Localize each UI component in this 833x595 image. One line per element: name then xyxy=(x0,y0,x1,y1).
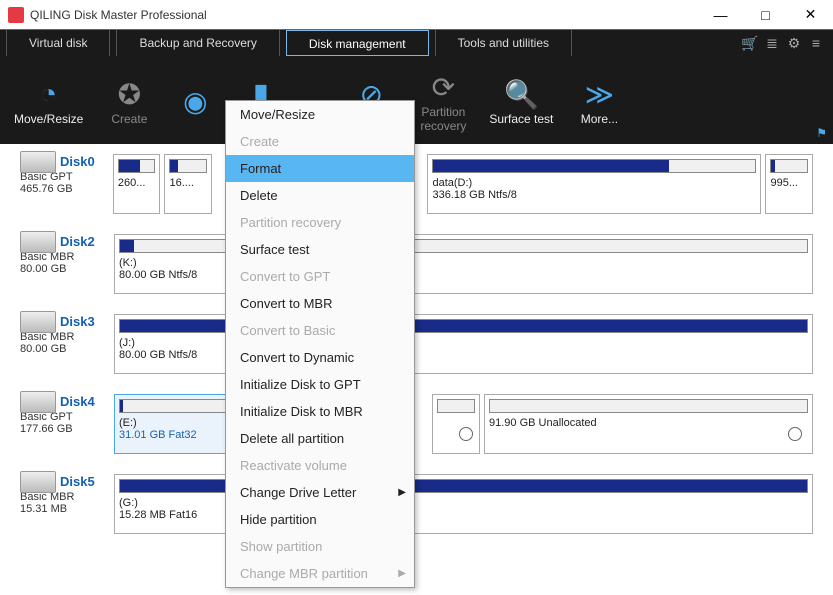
menu-format[interactable]: Format xyxy=(226,155,414,182)
partition[interactable] xyxy=(432,394,480,454)
radio-icon xyxy=(788,427,802,441)
maximize-button[interactable]: □ xyxy=(743,0,788,30)
menu-move-resize[interactable]: Move/Resize xyxy=(226,101,414,128)
menu-initialize-mbr[interactable]: Initialize Disk to MBR xyxy=(226,398,414,425)
disk-row-disk4: Disk4 Basic GPT 177.66 GB (E:) 31.01 GB … xyxy=(20,394,813,454)
settings-icon[interactable]: ⚙ xyxy=(783,32,805,54)
disk-name[interactable]: Disk5 xyxy=(60,474,95,489)
menu-convert-dynamic[interactable]: Convert to Dynamic xyxy=(226,344,414,371)
menubar: Virtual disk Backup and Recovery Disk ma… xyxy=(0,30,833,56)
menu-convert-mbr[interactable]: Convert to MBR xyxy=(226,290,414,317)
disk-icon xyxy=(20,151,56,173)
menu-change-mbr: Change MBR partition▶ xyxy=(226,560,414,587)
more-icon: ≫ xyxy=(585,76,614,112)
menu-show-partition: Show partition xyxy=(226,533,414,560)
surface-test-button[interactable]: 🔍 Surface test xyxy=(479,72,563,128)
menu-change-drive-letter[interactable]: Change Drive Letter▶ xyxy=(226,479,414,506)
tab-backup-recovery[interactable]: Backup and Recovery xyxy=(116,30,279,56)
menu-create: Create xyxy=(226,128,414,155)
disk-icon xyxy=(20,231,56,253)
menu-delete-all[interactable]: Delete all partition xyxy=(226,425,414,452)
disk-row-disk3: Disk3 Basic MBR 80.00 GB (J:) 80.00 GB N… xyxy=(20,314,813,374)
app-logo xyxy=(8,7,24,23)
disk-icon xyxy=(20,311,56,333)
menu-delete[interactable]: Delete xyxy=(226,182,414,209)
create-button[interactable]: ✪ Create xyxy=(93,72,165,128)
minimize-button[interactable]: — xyxy=(698,0,743,30)
close-button[interactable]: ✕ xyxy=(788,0,833,30)
tab-disk-management[interactable]: Disk management xyxy=(286,30,429,56)
partition-e-selected[interactable]: (E:) 31.01 GB Fat32 xyxy=(114,394,234,454)
hamburger-icon[interactable]: ≡ xyxy=(805,32,827,54)
recovery-icon: ⟳ xyxy=(432,69,455,105)
partition[interactable]: 260... xyxy=(113,154,161,214)
partition-recovery-button[interactable]: ⟳ Partition recovery xyxy=(407,65,479,135)
disk-name[interactable]: Disk3 xyxy=(60,314,95,329)
submenu-arrow-icon: ▶ xyxy=(398,487,406,498)
disk-icon xyxy=(20,471,56,493)
partition-data-d[interactable]: data(D:) 336.18 GB Ntfs/8 xyxy=(427,154,761,214)
format-button[interactable]: ◉ xyxy=(165,79,225,121)
context-menu: Move/Resize Create Format Delete Partiti… xyxy=(225,100,415,588)
disk-row-disk0: Disk0 Basic GPT 465.76 GB 260... 16.... … xyxy=(20,154,813,214)
menu-hide-partition[interactable]: Hide partition xyxy=(226,506,414,533)
app-title: QILING Disk Master Professional xyxy=(30,8,207,22)
flag-icon[interactable]: ⚑ xyxy=(816,126,827,140)
menu-reactivate: Reactivate volume xyxy=(226,452,414,479)
menu-surface-test[interactable]: Surface test xyxy=(226,236,414,263)
disk-name[interactable]: Disk2 xyxy=(60,234,95,249)
disk-list: Disk0 Basic GPT 465.76 GB 260... 16.... … xyxy=(0,144,833,595)
menu-partition-recovery: Partition recovery xyxy=(226,209,414,236)
surface-test-icon: 🔍 xyxy=(504,76,539,112)
disk-row-disk5: Disk5 Basic MBR 15.31 MB (G:) 15.28 MB F… xyxy=(20,474,813,534)
move-resize-icon: ◔ xyxy=(40,76,57,112)
menu-initialize-gpt[interactable]: Initialize Disk to GPT xyxy=(226,371,414,398)
partition-j[interactable]: (J:) 80.00 GB Ntfs/8 xyxy=(114,314,813,374)
partition[interactable]: 16.... xyxy=(164,154,212,214)
disk-row-disk2: Disk2 Basic MBR 80.00 GB (K:) 80.00 GB N… xyxy=(20,234,813,294)
partition-unallocated[interactable]: 91.90 GB Unallocated xyxy=(484,394,813,454)
cart-icon[interactable]: 🛒 xyxy=(739,32,761,54)
format-icon: ◉ xyxy=(183,83,207,119)
list-icon[interactable]: ≣ xyxy=(761,32,783,54)
more-button[interactable]: ≫ More... xyxy=(563,72,635,128)
menu-convert-gpt: Convert to GPT xyxy=(226,263,414,290)
disk-icon xyxy=(20,391,56,413)
partition-g[interactable]: (G:) 15.28 MB Fat16 xyxy=(114,474,813,534)
disk-name[interactable]: Disk0 xyxy=(60,154,95,169)
tab-virtual-disk[interactable]: Virtual disk xyxy=(6,30,110,56)
disk-name[interactable]: Disk4 xyxy=(60,394,95,409)
titlebar: QILING Disk Master Professional — □ ✕ xyxy=(0,0,833,30)
radio-icon xyxy=(459,427,473,441)
menu-convert-basic: Convert to Basic xyxy=(226,317,414,344)
tab-tools-utilities[interactable]: Tools and utilities xyxy=(435,30,572,56)
move-resize-button[interactable]: ◔ Move/Resize xyxy=(4,72,93,128)
toolbar: ◔ Move/Resize ✪ Create ◉ ▞ ⊘ Delete ⟳ Pa… xyxy=(0,56,833,144)
create-icon: ✪ xyxy=(118,76,141,112)
partition-k[interactable]: (K:) 80.00 GB Ntfs/8 xyxy=(114,234,813,294)
partition[interactable]: 995... xyxy=(765,154,813,214)
submenu-arrow-icon: ▶ xyxy=(398,568,406,579)
